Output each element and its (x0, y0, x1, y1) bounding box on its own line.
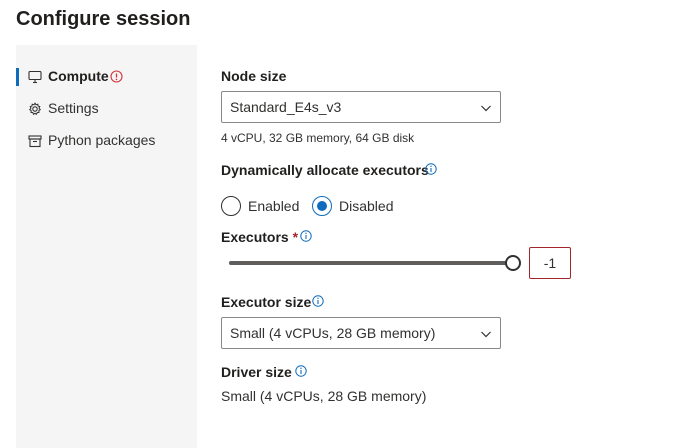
node-size-hint: 4 vCPU, 32 GB memory, 64 GB disk (221, 131, 415, 145)
package-icon (28, 135, 42, 148)
radio-disabled[interactable]: Disabled (312, 196, 393, 216)
node-size-dropdown[interactable]: Standard_E4s_v3 (221, 91, 501, 123)
sidebar-item-compute[interactable]: Compute (16, 63, 197, 91)
executors-label-text: Executors (221, 229, 289, 245)
executor-size-dropdown[interactable]: Small (4 vCPUs, 28 GB memory) (221, 317, 501, 349)
monitor-icon (28, 70, 42, 84)
node-size-label: Node size (221, 68, 287, 84)
sidebar-item-python-packages[interactable]: Python packages (16, 127, 197, 155)
chevron-down-icon (481, 331, 491, 338)
sidebar: Compute Settings Python packages (16, 45, 197, 448)
executor-size-label: Executor size (221, 294, 312, 310)
page-title: Configure session (16, 8, 191, 30)
sidebar-item-label: Python packages (48, 132, 156, 148)
node-size-value: Standard_E4s_v3 (230, 99, 342, 115)
sidebar-item-label: Settings (48, 100, 99, 116)
executors-label: Executors * (221, 229, 298, 245)
info-icon[interactable] (425, 163, 437, 175)
radio-enabled[interactable]: Enabled (221, 196, 299, 216)
radio-label: Disabled (339, 198, 394, 214)
required-mark: * (292, 229, 299, 245)
executors-input[interactable] (529, 247, 571, 279)
info-icon[interactable] (300, 230, 312, 242)
executors-slider-track[interactable] (229, 261, 513, 265)
radio-label: Enabled (248, 198, 300, 214)
radio-circle[interactable] (221, 196, 241, 216)
driver-size-value: Small (4 vCPUs, 28 GB memory) (221, 388, 427, 404)
radio-circle[interactable] (312, 196, 332, 216)
executors-slider-thumb[interactable] (505, 255, 521, 271)
dynamic-alloc-label: Dynamically allocate executors (221, 162, 429, 178)
chevron-down-icon (481, 105, 491, 112)
executors-slider-fill (229, 261, 513, 265)
executor-size-value: Small (4 vCPUs, 28 GB memory) (230, 325, 436, 341)
sidebar-item-settings[interactable]: Settings (16, 95, 197, 123)
info-icon[interactable] (312, 295, 324, 307)
active-indicator (16, 68, 19, 86)
info-icon[interactable] (295, 365, 307, 377)
driver-size-label: Driver size (221, 364, 292, 380)
sidebar-item-label: Compute (48, 68, 109, 84)
error-icon (110, 70, 123, 83)
gear-icon (28, 102, 42, 116)
